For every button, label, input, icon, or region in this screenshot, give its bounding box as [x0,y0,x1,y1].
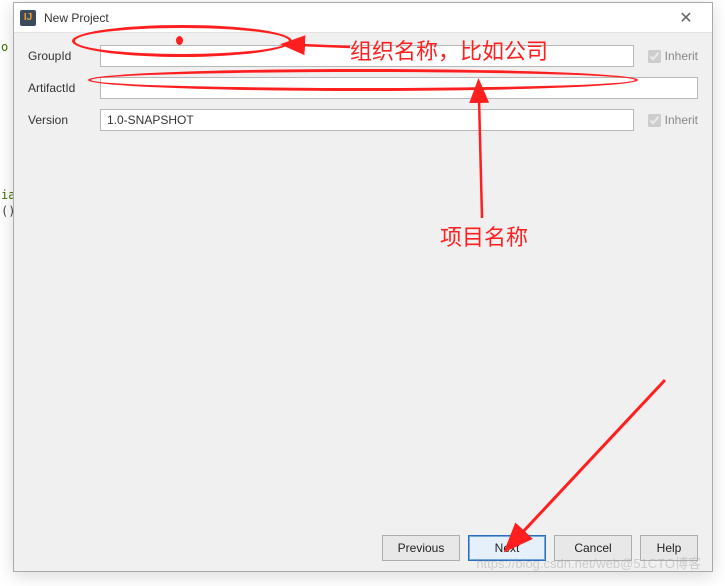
version-input[interactable] [100,109,634,131]
groupid-inherit-checkbox[interactable] [648,50,661,63]
version-label: Version [28,113,100,127]
inherit-label: Inherit [665,49,698,63]
version-row: Version Inherit [28,107,698,133]
version-inherit[interactable]: Inherit [648,113,698,127]
annotation-dot [176,36,183,45]
artifactid-row: ArtifactId [28,75,698,101]
artifactid-input[interactable] [100,77,698,99]
watermark-text: https://blog.csdn.net/web@51CTO博客 [476,553,701,572]
close-icon[interactable]: ✕ [666,3,706,33]
previous-button[interactable]: Previous [382,535,460,561]
window-title: New Project [44,11,109,25]
artifactid-label: ArtifactId [28,81,100,95]
groupid-label: GroupId [28,49,100,63]
new-project-dialog: IJ New Project ✕ GroupId Inherit Artifac… [13,2,713,572]
inherit-label: Inherit [665,113,698,127]
version-inherit-checkbox[interactable] [648,114,661,127]
groupid-inherit[interactable]: Inherit [648,49,698,63]
titlebar: IJ New Project ✕ [14,3,712,33]
annotation-project-name: 项目名称 [440,220,528,252]
annotation-org-name: 组织名称，比如公司 [350,34,548,66]
intellij-icon: IJ [20,10,36,26]
